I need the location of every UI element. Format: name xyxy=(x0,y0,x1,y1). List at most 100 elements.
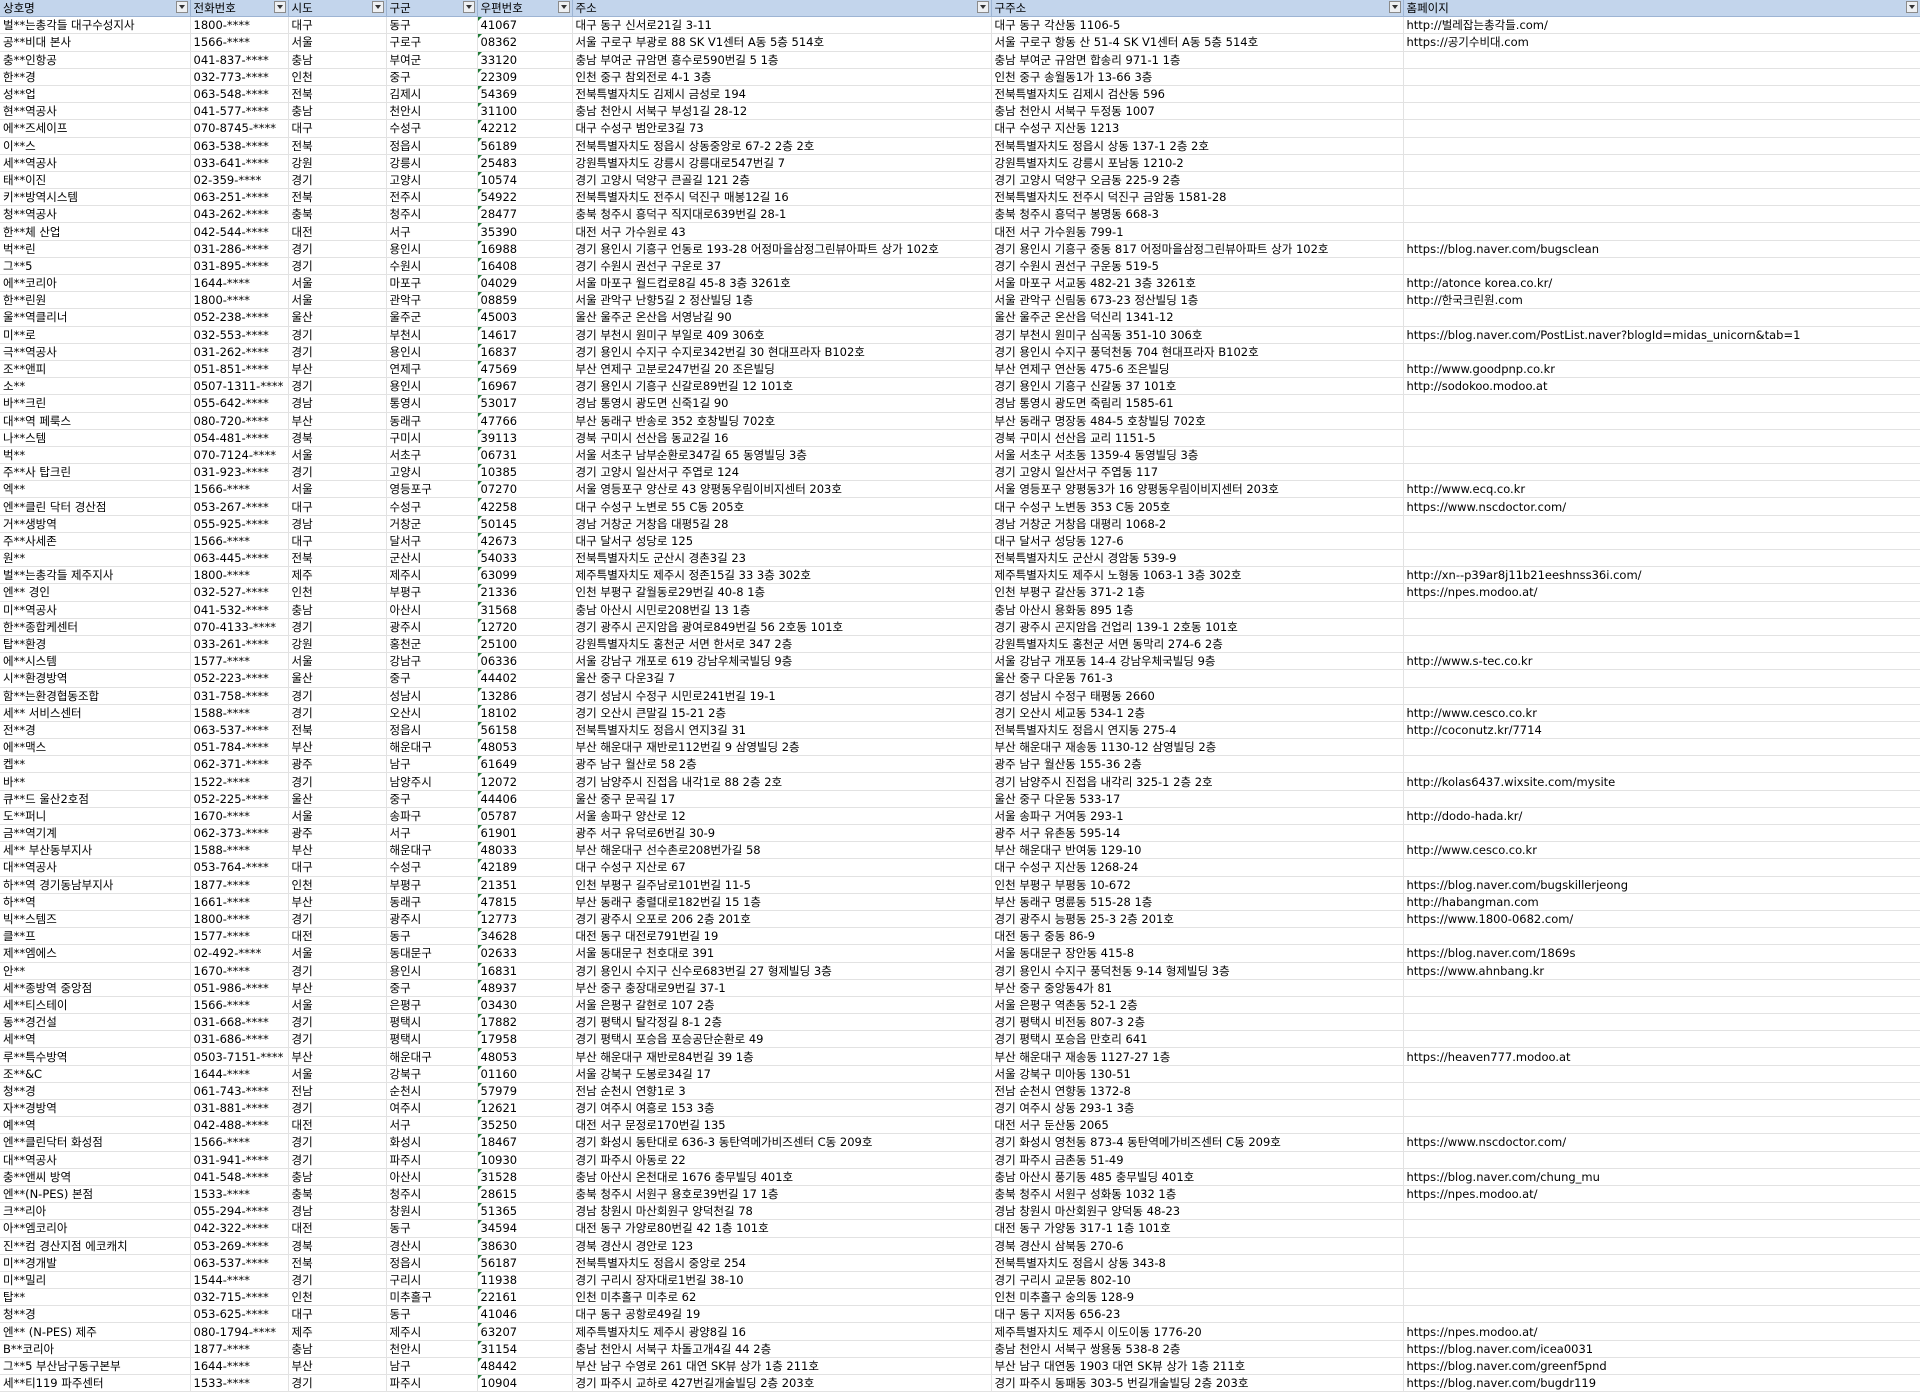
table-cell[interactable] xyxy=(1403,996,1920,1015)
table-cell[interactable]: http://www.cesco.co.kr xyxy=(1403,704,1920,722)
table-cell[interactable] xyxy=(1403,1254,1920,1272)
column-header[interactable]: 상호명 xyxy=(0,0,191,18)
table-cell[interactable]: 자**경방역 xyxy=(0,1099,191,1118)
table-cell[interactable]: 34594 xyxy=(477,1219,573,1238)
table-cell[interactable]: 서울 xyxy=(288,996,387,1015)
table-cell[interactable]: 경기 성남시 수정구 시민로241번길 19-1 xyxy=(572,687,992,705)
table-cell[interactable]: 울산 xyxy=(288,669,387,688)
table-cell[interactable]: 031-941-**** xyxy=(190,1151,289,1169)
table-cell[interactable]: http://www.s-tec.co.kr xyxy=(1403,652,1920,671)
filter-dropdown-icon[interactable] xyxy=(273,1,286,13)
table-cell[interactable]: 미**경개발 xyxy=(0,1254,191,1272)
table-cell[interactable]: 031-668-**** xyxy=(190,1013,289,1032)
table-cell[interactable]: 성남시 xyxy=(386,687,478,705)
table-cell[interactable] xyxy=(1403,119,1920,138)
table-cell[interactable]: 서울 마포구 서교동 482-21 3층 3261호 xyxy=(991,274,1404,293)
table-cell[interactable]: 50145 xyxy=(477,515,573,533)
table-cell[interactable]: 서울 관악구 신림동 673-23 정산빌딩 1층 xyxy=(991,291,1404,310)
table-cell[interactable] xyxy=(1403,687,1920,705)
table-cell[interactable]: 053-764-**** xyxy=(190,858,289,877)
table-cell[interactable]: 충남 xyxy=(288,102,387,121)
table-cell[interactable]: 제주특별자치도 제주시 정존15길 33 3층 302호 xyxy=(572,566,992,585)
table-cell[interactable]: 청주시 xyxy=(386,1185,478,1204)
table-cell[interactable]: 충**앤씨 방역 xyxy=(0,1168,191,1186)
table-cell[interactable]: 경기 고양시 일산서구 주엽동 117 xyxy=(991,463,1404,482)
table-cell[interactable]: 대전 동구 가양동 317-1 1층 101호 xyxy=(991,1219,1404,1238)
table-cell[interactable]: 전북특별자치도 정읍시 연지3길 31 xyxy=(572,721,992,740)
table-cell[interactable]: 서울 영등포구 양평동3가 16 양평동우림이비지센터 203호 xyxy=(991,480,1404,499)
table-cell[interactable]: 080-1794-**** xyxy=(190,1322,289,1341)
table-cell[interactable]: 정읍시 xyxy=(386,1254,478,1272)
table-cell[interactable]: 원** xyxy=(0,549,191,568)
table-cell[interactable]: 켑** xyxy=(0,755,191,774)
table-cell[interactable]: 서울 관악구 난향5길 2 정산빌딩 1층 xyxy=(572,291,992,310)
table-cell[interactable]: 대전 xyxy=(288,222,387,241)
table-cell[interactable]: 통영시 xyxy=(386,394,478,413)
table-cell[interactable] xyxy=(1403,858,1920,877)
table-cell[interactable]: 서울 xyxy=(288,1065,387,1083)
table-cell[interactable]: 16831 xyxy=(477,962,573,980)
table-cell[interactable]: 경기 수원시 권선구 구운로 37 xyxy=(572,257,992,276)
table-cell[interactable]: 키**방역시스템 xyxy=(0,188,191,207)
table-cell[interactable] xyxy=(1403,618,1920,636)
table-cell[interactable]: 경기 남양주시 진접읍 내각리 325-1 2층 2호 xyxy=(991,772,1404,791)
table-cell[interactable]: 경기 xyxy=(288,240,387,258)
table-cell[interactable]: 080-720-**** xyxy=(190,412,289,430)
table-cell[interactable]: 천안시 xyxy=(386,102,478,121)
table-cell[interactable]: 세**티119 파주센터 xyxy=(0,1374,191,1392)
table-cell[interactable]: 한**종합케센터 xyxy=(0,618,191,636)
table-cell[interactable]: 그**5 부산남구동구본부 xyxy=(0,1357,191,1376)
table-cell[interactable]: 부산 xyxy=(288,412,387,430)
table-cell[interactable] xyxy=(1403,85,1920,104)
table-cell[interactable]: http://벌레잡는총각들.com/ xyxy=(1403,16,1920,35)
table-cell[interactable]: 경북 경산시 경안로 123 xyxy=(572,1237,992,1255)
table-cell[interactable]: 김제시 xyxy=(386,85,478,104)
table-cell[interactable]: 042-322-**** xyxy=(190,1219,289,1238)
table-cell[interactable]: 남구 xyxy=(386,1357,478,1376)
table-cell[interactable]: 인천 중구 참외전로 4-1 3층 xyxy=(572,68,992,86)
table-cell[interactable]: 경기 평택시 포승읍 만호리 641 xyxy=(991,1030,1404,1049)
table-cell[interactable]: 대전 동구 중동 86-9 xyxy=(991,927,1404,946)
table-cell[interactable]: 05787 xyxy=(477,807,573,826)
table-cell[interactable] xyxy=(1403,1219,1920,1238)
table-cell[interactable]: 에**맥스 xyxy=(0,738,191,757)
table-cell[interactable]: 51365 xyxy=(477,1202,573,1221)
filter-dropdown-icon[interactable] xyxy=(976,1,989,13)
table-cell[interactable]: 53017 xyxy=(477,394,573,413)
table-cell[interactable]: 경기 평택시 탈각정길 8-1 2층 xyxy=(572,1013,992,1032)
table-cell[interactable]: 대**역 페룩스 xyxy=(0,412,191,430)
table-cell[interactable]: 충남 천안시 서북구 쌍용동 538-8 2층 xyxy=(991,1340,1404,1358)
table-cell[interactable]: 수성구 xyxy=(386,119,478,138)
table-cell[interactable]: 금**역기계 xyxy=(0,824,191,843)
table-cell[interactable]: 아산시 xyxy=(386,1168,478,1186)
table-cell[interactable] xyxy=(1403,738,1920,757)
column-header[interactable]: 구주소 xyxy=(991,0,1404,18)
table-cell[interactable]: 경기 xyxy=(288,772,387,791)
table-cell[interactable]: 제주특별자치도 제주시 광양8길 16 xyxy=(572,1322,992,1341)
table-cell[interactable] xyxy=(1403,205,1920,224)
table-cell[interactable] xyxy=(1403,755,1920,774)
table-cell[interactable]: 39113 xyxy=(477,429,573,447)
table-cell[interactable]: http://www.cesco.co.kr xyxy=(1403,841,1920,860)
table-cell[interactable]: 055-294-**** xyxy=(190,1202,289,1221)
table-cell[interactable]: 062-373-**** xyxy=(190,824,289,843)
table-cell[interactable]: 44402 xyxy=(477,669,573,688)
table-cell[interactable]: 01160 xyxy=(477,1065,573,1083)
filter-dropdown-icon[interactable] xyxy=(1388,1,1401,13)
table-cell[interactable]: 서울 서초구 남부순환로347길 65 동영빌딩 3층 xyxy=(572,446,992,465)
table-cell[interactable]: 경기 용인시 수지구 신수로683번길 27 형제빌딩 3층 xyxy=(572,962,992,980)
table-cell[interactable]: 대구 수성구 노변동 353 C동 205호 xyxy=(991,497,1404,516)
table-cell[interactable]: 전북 xyxy=(288,721,387,740)
table-cell[interactable]: 서울 xyxy=(288,480,387,499)
table-cell[interactable]: 서울 강남구 개포동 14-4 강남우체국빌딩 9층 xyxy=(991,652,1404,671)
table-cell[interactable]: 부산 xyxy=(288,979,387,997)
table-cell[interactable]: 대전 동구 대전로791번길 19 xyxy=(572,927,992,946)
table-cell[interactable]: B**코리아 xyxy=(0,1340,191,1358)
table-cell[interactable]: 강원특별자치도 강릉시 강릉대로547번길 7 xyxy=(572,154,992,172)
table-cell[interactable]: 경기 부천시 원미구 심곡동 351-10 306호 xyxy=(991,326,1404,344)
table-cell[interactable]: 벌**는총각들 제주지사 xyxy=(0,566,191,585)
table-cell[interactable]: 대구 수성구 지산동 1268-24 xyxy=(991,858,1404,877)
table-cell[interactable]: 현**역공사 xyxy=(0,102,191,121)
table-cell[interactable]: 경기 고양시 덕양구 큰골길 121 2층 xyxy=(572,171,992,190)
table-cell[interactable]: 043-262-**** xyxy=(190,205,289,224)
